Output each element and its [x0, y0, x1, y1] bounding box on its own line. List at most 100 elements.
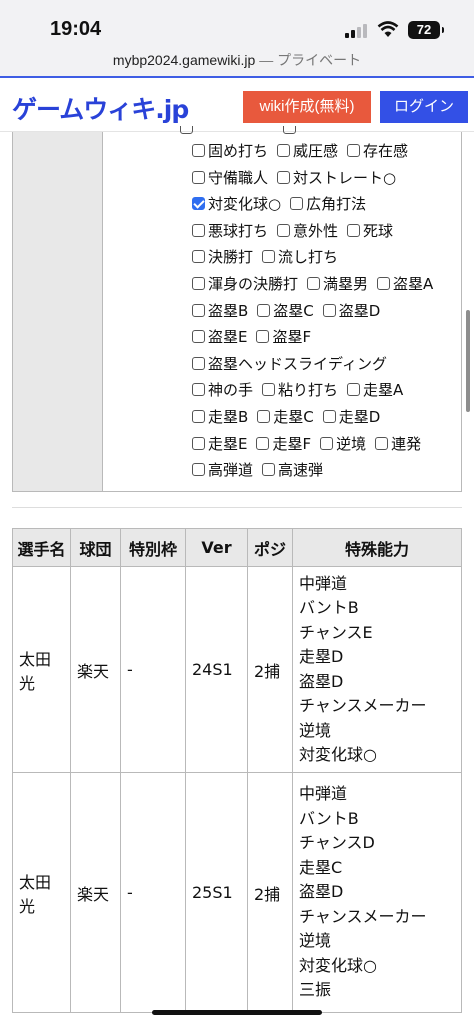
checkbox[interactable] [262, 250, 276, 264]
checkbox[interactable] [192, 356, 205, 370]
site-header: ゲームウィキ.jp wiki作成(無料) ログイン [0, 78, 474, 132]
filter-row: 守備職人 対ストレート○ [192, 167, 405, 193]
filter-option-label: 逆境 [336, 434, 367, 453]
filter-option[interactable]: 盗塁ヘッドスライディング [192, 353, 387, 374]
filter-option[interactable]: 固め打ち [192, 140, 268, 161]
filter-option[interactable]: 高速弾 [262, 459, 323, 480]
filter-option[interactable]: 盗塁C [257, 300, 314, 321]
filter-option[interactable]: 逆境 [320, 433, 366, 454]
ability-item: 対変化球○ [299, 955, 377, 975]
create-wiki-button[interactable]: wiki作成(無料) [243, 91, 371, 123]
checkbox[interactable] [277, 170, 291, 184]
filter-option[interactable]: 流し打ち [262, 246, 338, 267]
filter-option[interactable]: 走塁E [192, 433, 247, 454]
filter-option[interactable]: 存在感 [347, 140, 408, 161]
filter-option[interactable]: 粘り打ち [262, 379, 338, 400]
filter-option[interactable]: 走塁D [322, 406, 380, 427]
filter-option-label: 走塁C [273, 408, 314, 426]
checkbox[interactable] [307, 277, 321, 290]
filter-option-label: 走塁A [363, 381, 404, 400]
filter-option[interactable]: 走塁B [192, 406, 248, 427]
player-name-cell: 太田 光 [12, 772, 71, 1013]
filter-option-label: 渾身の決勝打 [208, 275, 299, 293]
checkbox-checked[interactable] [192, 197, 205, 211]
filter-option-label: 盗塁B [208, 301, 249, 320]
col-version[interactable]: Ver [185, 528, 248, 567]
url-bar[interactable]: mybp2024.gamewiki.jp — プライベート [0, 46, 474, 78]
filter-option[interactable]: 満塁男 [307, 273, 368, 294]
filter-option[interactable]: 盗塁D [322, 300, 381, 321]
filter-option-label: 盗塁D [338, 301, 381, 320]
filter-row: 固め打ち 威圧感 存在感 [192, 140, 417, 166]
col-team[interactable]: 球団 [70, 528, 121, 567]
checkbox[interactable] [347, 383, 361, 397]
ability-item: 対変化球○ [299, 745, 377, 764]
filter-option[interactable]: 走塁C [257, 406, 314, 427]
filter-option[interactable]: 神の手 [192, 379, 253, 400]
checkbox[interactable] [256, 436, 270, 450]
checkbox[interactable] [262, 463, 276, 477]
filter-option[interactable]: 広角打法 [290, 193, 366, 214]
checkbox[interactable] [377, 277, 391, 290]
filter-option[interactable]: 対ストレート○ [277, 167, 396, 188]
filter-row: 神の手 粘り打ち 走塁A [192, 379, 412, 405]
filter-option[interactable]: 盗塁A [377, 273, 433, 294]
checkbox[interactable] [192, 383, 205, 397]
filter-option[interactable]: 対変化球○ [192, 193, 281, 214]
filter-option[interactable]: 連発 [375, 433, 421, 454]
checkbox[interactable] [192, 436, 205, 450]
filter-row: 渾身の決勝打 満塁男 盗塁A [192, 273, 442, 299]
checkbox[interactable] [347, 144, 361, 157]
checkbox[interactable] [257, 410, 271, 423]
checkbox[interactable] [256, 330, 270, 344]
checkbox[interactable] [262, 383, 276, 397]
filter-row: 対変化球○ 広角打法 [192, 193, 375, 219]
filter-option[interactable]: 走塁F [256, 433, 311, 454]
checkbox[interactable] [322, 410, 336, 423]
battery-icon: 72 [408, 21, 444, 39]
col-special-abilities[interactable]: 特殊能力 [292, 528, 462, 567]
filter-option-label: 固め打ち [208, 142, 269, 160]
login-button[interactable]: ログイン [380, 91, 468, 123]
checkbox[interactable] [192, 144, 205, 157]
filter-option[interactable]: 決勝打 [192, 246, 253, 267]
checkbox[interactable] [192, 303, 205, 317]
filter-option-label: 神の手 [208, 381, 254, 400]
checkbox[interactable] [192, 410, 205, 423]
checkbox[interactable] [192, 223, 205, 237]
filter-option[interactable]: 渾身の決勝打 [192, 273, 298, 294]
checkbox[interactable] [257, 303, 271, 317]
checkbox[interactable] [277, 144, 291, 157]
checkbox[interactable] [290, 197, 304, 211]
checkbox[interactable] [192, 463, 205, 477]
private-mode-label: プライベート [277, 52, 362, 68]
wifi-icon [377, 21, 399, 37]
checkbox[interactable] [277, 223, 291, 237]
filter-option[interactable]: 悪球打ち [192, 220, 268, 241]
filter-option[interactable]: 死球 [347, 220, 393, 241]
checkbox[interactable] [322, 303, 336, 317]
checkbox[interactable] [320, 436, 334, 450]
col-player-name[interactable]: 選手名 [12, 528, 71, 567]
checkbox[interactable] [347, 223, 361, 237]
col-position[interactable]: ポジ [247, 528, 293, 567]
filter-option[interactable]: 走塁A [347, 379, 403, 400]
col-special-slot[interactable]: 特別枠 [120, 528, 186, 567]
filter-option[interactable]: 意外性 [277, 220, 338, 241]
checkbox[interactable] [192, 330, 205, 344]
filter-option[interactable]: 守備職人 [192, 167, 268, 188]
ability-item: 逆境 [299, 720, 332, 740]
filter-option[interactable]: 威圧感 [277, 140, 338, 161]
checkbox[interactable] [192, 277, 205, 290]
checkbox[interactable] [192, 170, 205, 184]
ability-item: 三振 [299, 980, 332, 1000]
position-cell: 2捕 [247, 566, 293, 773]
site-logo[interactable]: ゲームウィキ.jp [12, 90, 189, 126]
filter-option[interactable]: 盗塁F [256, 326, 311, 347]
checkbox[interactable] [375, 436, 389, 450]
filter-option[interactable]: 盗塁E [192, 326, 247, 347]
filter-option[interactable]: 高弾道 [192, 459, 253, 480]
checkbox[interactable] [192, 250, 205, 264]
filter-row: 盗塁ヘッドスライディング [192, 353, 396, 379]
filter-option[interactable]: 盗塁B [192, 300, 248, 321]
